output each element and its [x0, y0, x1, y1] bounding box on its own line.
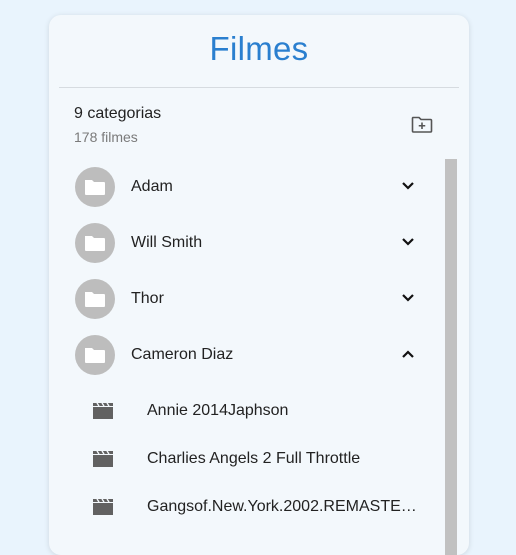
- category-row[interactable]: Thor: [49, 271, 449, 327]
- categories-count: 9 categorias: [74, 105, 162, 122]
- folder-icon: [85, 292, 105, 307]
- chevron-up-icon[interactable]: [401, 349, 415, 359]
- categories-card: Filmes 9 categorias 178 filmes Adam Will…: [49, 15, 469, 555]
- page-title: Filmes: [209, 30, 309, 67]
- films-count: 178 filmes: [74, 129, 138, 145]
- category-label: Thor: [131, 290, 164, 307]
- category-row[interactable]: Cameron Diaz: [49, 327, 449, 383]
- category-label: Will Smith: [131, 234, 203, 251]
- chevron-down-icon[interactable]: [401, 181, 415, 191]
- category-label: Adam: [131, 178, 173, 195]
- add-folder-button[interactable]: [411, 114, 433, 134]
- category-row[interactable]: Will Smith: [49, 215, 449, 271]
- summary-bar: 9 categorias 178 filmes: [49, 88, 469, 160]
- movie-icon: [93, 402, 113, 419]
- category-label: Cameron Diaz: [131, 346, 234, 363]
- chevron-down-icon[interactable]: [401, 293, 415, 303]
- folder-avatar: [75, 279, 115, 319]
- scrollbar[interactable]: [445, 159, 457, 555]
- film-label: Charlies Angels 2 Full Throttle: [147, 450, 361, 467]
- chevron-down-icon[interactable]: [401, 237, 415, 247]
- folder-avatar: [75, 223, 115, 263]
- card-header: Filmes: [59, 15, 459, 88]
- movie-icon: [93, 450, 113, 467]
- folder-icon: [85, 180, 105, 195]
- film-item[interactable]: Charlies Angels 2 Full Throttle: [49, 435, 449, 483]
- folder-icon: [85, 348, 105, 363]
- create-new-folder-icon: [411, 116, 433, 133]
- film-label: Gangsof.New.York.2002.REMASTERED: [147, 498, 417, 515]
- folder-icon: [85, 236, 105, 251]
- film-item[interactable]: Gangsof.New.York.2002.REMASTERED: [49, 483, 449, 531]
- category-row[interactable]: Adam: [49, 159, 449, 215]
- movie-icon: [93, 498, 113, 515]
- folder-avatar: [75, 335, 115, 375]
- folder-avatar: [75, 167, 115, 207]
- film-item[interactable]: Annie 2014Japhson: [49, 387, 449, 435]
- category-list: Adam Will Smith Thor Cameron Diaz Annie …: [49, 159, 469, 555]
- film-label: Annie 2014Japhson: [147, 402, 289, 419]
